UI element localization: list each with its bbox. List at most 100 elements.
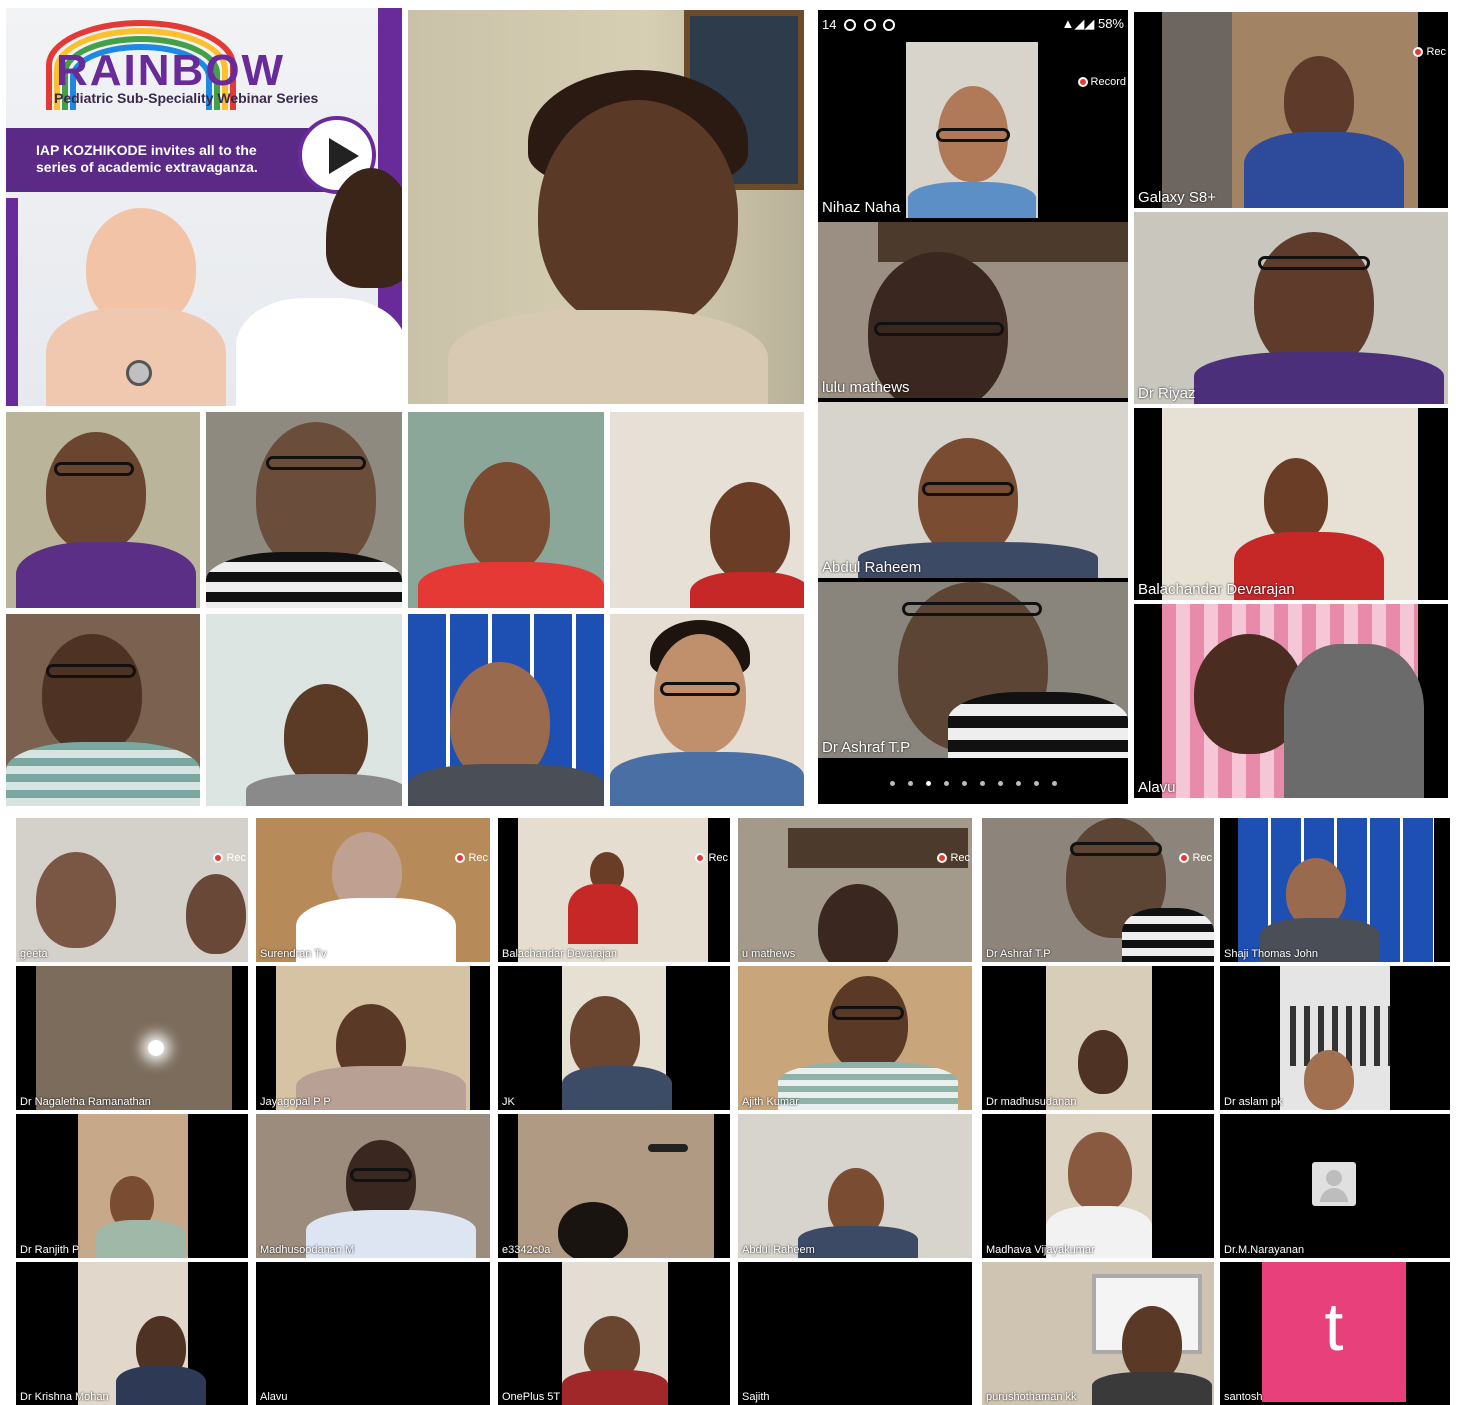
participant-name: Dr Krishna Mohan bbox=[20, 1391, 109, 1403]
status-bar: 14 ▲◢◢ 58% bbox=[818, 10, 1128, 38]
video-tile[interactable]: Abdul Raheem bbox=[738, 1114, 972, 1258]
video-tile[interactable] bbox=[206, 412, 402, 608]
battery-level: 58% bbox=[1097, 16, 1124, 31]
participant-face bbox=[538, 100, 738, 330]
participant-name: Balachandar Devarajan bbox=[502, 948, 617, 960]
poster-tagline: IAP KOZHIKODE invites all to the series … bbox=[36, 142, 258, 175]
participant-name: e3342c0a bbox=[502, 1244, 551, 1256]
video-tile[interactable]: Dr.M.Narayanan bbox=[1220, 1114, 1450, 1258]
record-indicator: Rec bbox=[937, 852, 970, 864]
video-tile[interactable]: Dr Krishna Mohan bbox=[16, 1262, 248, 1405]
video-tile[interactable]: Madhusoodanan M bbox=[256, 1114, 490, 1258]
clock: 14 bbox=[822, 16, 837, 32]
participant-name: Alavu bbox=[1138, 779, 1176, 796]
participant-name: santosh bbox=[1224, 1391, 1263, 1403]
record-indicator: Rec bbox=[213, 852, 246, 864]
participant-name: Alavu bbox=[260, 1391, 288, 1403]
video-tile[interactable]: purushothaman kk bbox=[982, 1262, 1214, 1405]
video-tile[interactable]: Madhava Vijayakumar bbox=[982, 1114, 1214, 1258]
participant-name: Dr Ranjith P bbox=[20, 1244, 80, 1256]
video-tile[interactable]: Rec Balachandar Devarajan bbox=[498, 818, 730, 962]
participant-name: Dr aslam pk bbox=[1224, 1096, 1283, 1108]
video-tile[interactable]: Dr Riyaz bbox=[1134, 212, 1448, 404]
video-tile[interactable]: OnePlus 5T bbox=[498, 1262, 730, 1405]
video-tile[interactable]: lulu mathews bbox=[818, 222, 1128, 398]
participant-name: geeta bbox=[20, 948, 48, 960]
video-tile[interactable]: Rec Surendran Tv bbox=[256, 818, 490, 962]
participant-name: JK bbox=[502, 1096, 515, 1108]
video-tile[interactable]: Record Nihaz Naha bbox=[818, 42, 1128, 218]
video-tile[interactable]: Dr aslam pk bbox=[1220, 966, 1450, 1110]
poster-logo: RAINBOW bbox=[56, 46, 286, 95]
lamp-icon bbox=[148, 1040, 164, 1056]
participant-name: Dr Nagaletha Ramanathan bbox=[20, 1096, 151, 1108]
video-tile[interactable]: Rec u mathews bbox=[738, 818, 972, 962]
video-tile[interactable] bbox=[610, 614, 804, 806]
video-tile[interactable]: Jayagopal P P bbox=[256, 966, 490, 1110]
whatsapp-icon bbox=[844, 19, 857, 32]
participant-name: Abdul Raheem bbox=[742, 1244, 815, 1256]
phone-screen: 14 ▲◢◢ 58% Record Nihaz Naha lulu mathew… bbox=[818, 10, 1128, 804]
rainbow-poster: RAINBOW Pediatric Sub-Speciality Webinar… bbox=[6, 8, 402, 406]
video-tile[interactable]: Rec Galaxy S8+ bbox=[1134, 12, 1448, 208]
participant-name: Shaji Thomas John bbox=[1224, 948, 1318, 960]
santosh-avatar: t bbox=[1262, 1262, 1406, 1402]
poster-subtitle: Pediatric Sub-Speciality Webinar Series bbox=[54, 90, 319, 106]
record-indicator: Rec bbox=[1179, 852, 1212, 864]
video-tile[interactable]: Rec Dr Ashraf T.P bbox=[982, 818, 1214, 962]
ceiling-fan-icon bbox=[648, 1144, 688, 1152]
record-indicator: Rec bbox=[695, 852, 728, 864]
video-tile[interactable]: Sajith bbox=[738, 1262, 972, 1405]
participant-name: Madhava Vijayakumar bbox=[986, 1244, 1095, 1256]
participant-name: Dr madhusudanan bbox=[986, 1096, 1077, 1108]
video-tile[interactable]: Dr Ranjith P bbox=[16, 1114, 248, 1258]
record-indicator: Rec bbox=[1413, 46, 1446, 58]
participant-name: OnePlus 5T bbox=[502, 1391, 561, 1403]
video-tile[interactable]: Alavu bbox=[1134, 604, 1448, 798]
chrome-icon bbox=[863, 19, 876, 32]
participant-name: Balachandar Devarajan bbox=[1138, 581, 1295, 598]
page-indicator[interactable] bbox=[818, 781, 1128, 786]
video-tile[interactable]: Abdul Raheem bbox=[818, 402, 1128, 578]
video-tile[interactable]: Balachandar Devarajan bbox=[1134, 408, 1448, 600]
default-avatar-icon bbox=[1312, 1162, 1356, 1206]
video-tile[interactable]: e3342c0a bbox=[498, 1114, 730, 1258]
video-tile[interactable] bbox=[6, 614, 200, 806]
video-tile[interactable] bbox=[206, 614, 402, 806]
poster-side-bar bbox=[6, 198, 18, 406]
participant-name: Dr.M.Narayanan bbox=[1224, 1244, 1305, 1256]
video-tile[interactable] bbox=[408, 614, 604, 806]
video-tile[interactable] bbox=[408, 412, 604, 608]
video-tile[interactable]: Dr madhusudanan bbox=[982, 966, 1214, 1110]
participant-name: u mathews bbox=[742, 948, 796, 960]
participant-name: Galaxy S8+ bbox=[1138, 189, 1216, 206]
record-indicator: Rec bbox=[455, 852, 488, 864]
video-tile[interactable]: Alavu bbox=[256, 1262, 490, 1405]
participant-name: Jayagopal P P bbox=[260, 1096, 331, 1108]
video-tile[interactable]: Dr Ashraf T.P bbox=[818, 582, 1128, 758]
doctor-coat bbox=[236, 298, 402, 406]
signal-icon: ▲◢◢ bbox=[1061, 16, 1095, 31]
participant-name: Dr Ashraf T.P bbox=[822, 739, 911, 756]
participant-name: Abdul Raheem bbox=[822, 559, 922, 576]
baby-body bbox=[46, 308, 226, 406]
participant-name: Dr Ashraf T.P bbox=[986, 948, 1051, 960]
video-tile[interactable] bbox=[610, 412, 804, 608]
participant-name: Surendran Tv bbox=[260, 948, 327, 960]
video-tile[interactable] bbox=[6, 412, 200, 608]
stethoscope-icon bbox=[126, 360, 152, 386]
video-tile[interactable]: JK bbox=[498, 966, 730, 1110]
participant-name: Madhusoodanan M bbox=[260, 1244, 355, 1256]
record-indicator: Record bbox=[1077, 76, 1126, 88]
video-tile[interactable]: t santosh bbox=[1220, 1262, 1450, 1405]
video-tile-speaker[interactable] bbox=[408, 10, 804, 404]
participant-name: Ajith Kumar bbox=[742, 1096, 799, 1108]
video-tile[interactable]: Shaji Thomas John bbox=[1220, 818, 1450, 962]
participant-name: purushothaman kk bbox=[986, 1391, 1077, 1403]
participant-name: Sajith bbox=[742, 1391, 770, 1403]
video-tile[interactable]: Dr Nagaletha Ramanathan bbox=[16, 966, 248, 1110]
video-tile[interactable]: Ajith Kumar bbox=[738, 966, 972, 1110]
participant-name: Nihaz Naha bbox=[822, 199, 901, 216]
video-tile[interactable]: Rec geeta bbox=[16, 818, 248, 962]
notification-icon bbox=[883, 19, 896, 32]
